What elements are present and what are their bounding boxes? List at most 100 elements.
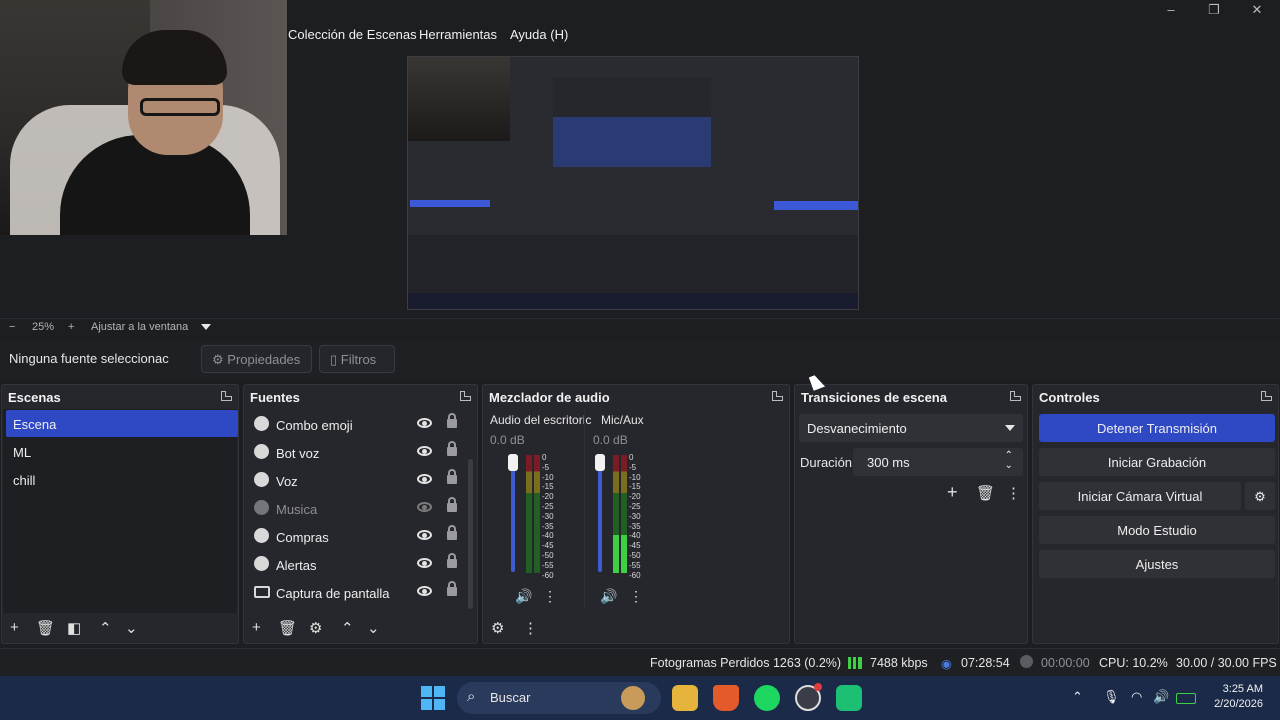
eye-icon[interactable] (417, 418, 432, 428)
sources-scrollbar[interactable] (468, 459, 473, 609)
float-dock-icon[interactable] (772, 391, 783, 401)
spin-down-icon[interactable]: ⌄ (1005, 460, 1013, 471)
speaker-icon[interactable]: 🔊 (515, 588, 532, 605)
mixer-separator (584, 409, 585, 609)
gear-icon[interactable]: ⚙ (309, 619, 322, 637)
maximize-icon[interactable]: ❐ (1203, 2, 1225, 20)
taskbar-search[interactable]: ⌕ Buscar (457, 682, 661, 714)
taskbar-clock[interactable]: 3:25 AM 2/20/2026 (1205, 682, 1263, 712)
volume-icon[interactable]: 🔊 (1153, 689, 1169, 705)
eye-icon[interactable] (417, 474, 432, 484)
menu-help[interactable]: Ayuda (H) (510, 27, 568, 42)
wifi-icon[interactable]: ◠ (1131, 689, 1142, 705)
minimize-icon[interactable]: – (1160, 2, 1182, 20)
scene-item[interactable]: ML (6, 438, 238, 465)
close-icon[interactable]: ✕ (1246, 2, 1268, 20)
source-item[interactable]: Voz (249, 466, 464, 494)
gear-icon: ⚙ (212, 352, 224, 367)
lock-icon[interactable] (447, 441, 457, 456)
fps: 30.00 / 30.00 FPS (1176, 656, 1277, 670)
zoom-in-button[interactable]: + (68, 321, 74, 333)
move-up-icon[interactable]: ⌃ (99, 619, 112, 637)
microphone-icon[interactable]: 🎙 (1103, 689, 1120, 705)
notification-badge (814, 683, 822, 691)
filters-button[interactable]: ▯ Filtros (319, 345, 395, 373)
trash-icon[interactable]: 🗑 (278, 619, 297, 637)
filter-icon: ▯ (330, 352, 338, 367)
add-icon[interactable]: + (252, 619, 261, 636)
canvas-preview[interactable] (407, 56, 859, 310)
brave-browser-icon[interactable] (713, 685, 739, 711)
lock-icon[interactable] (447, 553, 457, 568)
eye-icon[interactable] (417, 586, 432, 596)
lock-icon[interactable] (447, 497, 457, 512)
float-dock-icon[interactable] (221, 391, 232, 401)
lock-icon[interactable] (447, 581, 457, 596)
search-icon: ⌕ (467, 688, 476, 705)
advanced-audio-icon[interactable]: ⚙ (491, 619, 504, 637)
speaker-icon[interactable]: 🔊 (600, 588, 617, 605)
webcam-person-glasses (140, 98, 220, 116)
source-item[interactable]: Combo emoji (249, 410, 464, 438)
more-icon[interactable]: ⋮ (629, 588, 643, 605)
source-label: Bot voz (276, 446, 320, 461)
move-down-icon[interactable]: ⌄ (125, 619, 138, 637)
globe-icon (254, 416, 269, 431)
trash-icon[interactable]: 🗑 (36, 619, 55, 637)
source-item[interactable]: Captura de pantalla (249, 578, 464, 606)
duration-spinbox[interactable]: 300 ms ⌃ ⌄ (853, 448, 1023, 476)
lock-icon[interactable] (447, 469, 457, 484)
source-label: Voz (276, 474, 298, 489)
settings-button[interactable]: Ajustes (1039, 550, 1275, 578)
move-up-icon[interactable]: ⌃ (341, 619, 354, 637)
filter-icon[interactable]: ◧ (67, 619, 81, 637)
volume-fader-handle[interactable] (595, 454, 605, 471)
float-dock-icon[interactable] (1010, 391, 1021, 401)
source-item[interactable]: Alertas (249, 550, 464, 578)
spotify-icon[interactable] (754, 685, 780, 711)
volume-fader-track[interactable] (598, 457, 602, 572)
add-icon[interactable]: + (10, 619, 19, 636)
transition-select[interactable]: Desvanecimiento (799, 414, 1023, 442)
properties-button[interactable]: ⚙ Propiedades (201, 345, 312, 373)
zoom-dropdown-icon[interactable] (201, 324, 211, 330)
move-down-icon[interactable]: ⌄ (367, 619, 380, 637)
studio-mode-button[interactable]: Modo Estudio (1039, 516, 1275, 544)
start-virtual-camera-button[interactable]: Iniciar Cámara Virtual (1039, 482, 1241, 510)
more-icon[interactable]: ⋮ (543, 588, 557, 605)
float-dock-icon[interactable] (460, 391, 471, 401)
status-bar: Fotogramas Perdidos 1263 (0.2%) 7488 kbp… (0, 648, 1280, 676)
scene-item[interactable]: Escena (6, 410, 238, 437)
start-recording-button[interactable]: Iniciar Grabación (1039, 448, 1275, 476)
virtual-camera-settings-button[interactable]: ⚙ (1245, 482, 1275, 510)
app-icon[interactable] (836, 685, 862, 711)
zoom-fit-label[interactable]: Ajustar a la ventana (91, 321, 188, 333)
more-icon[interactable]: ⋮ (1006, 484, 1021, 502)
source-item[interactable]: Musica (249, 494, 464, 522)
more-icon[interactable]: ⋮ (523, 619, 538, 637)
volume-fader-track[interactable] (511, 457, 515, 572)
float-dock-icon[interactable] (1261, 391, 1272, 401)
source-item[interactable]: Bot voz (249, 438, 464, 466)
eye-icon[interactable] (417, 530, 432, 540)
eye-icon[interactable] (417, 558, 432, 568)
menu-scene-collection[interactable]: Colección de Escenas (288, 27, 417, 42)
volume-fader-handle[interactable] (508, 454, 518, 471)
battery-icon[interactable] (1176, 693, 1196, 704)
file-explorer-icon[interactable] (672, 685, 698, 711)
clock-time: 3:25 AM (1222, 683, 1263, 695)
lock-icon[interactable] (447, 525, 457, 540)
add-icon[interactable]: + (947, 482, 958, 503)
zoom-out-button[interactable]: − (9, 321, 15, 333)
controls-dock: Controles Detener Transmisión Iniciar Gr… (1032, 384, 1279, 644)
eye-hidden-icon[interactable] (417, 502, 432, 512)
stop-streaming-button[interactable]: Detener Transmisión (1039, 414, 1275, 442)
scene-item[interactable]: chill (6, 466, 238, 493)
tray-overflow-icon[interactable]: ⌃ (1072, 689, 1083, 705)
lock-icon[interactable] (447, 413, 457, 428)
eye-icon[interactable] (417, 446, 432, 456)
source-item[interactable]: Compras (249, 522, 464, 550)
windows-start-icon[interactable] (421, 686, 445, 710)
menu-tools[interactable]: Herramientas (419, 27, 497, 42)
trash-icon[interactable]: 🗑 (976, 484, 995, 502)
